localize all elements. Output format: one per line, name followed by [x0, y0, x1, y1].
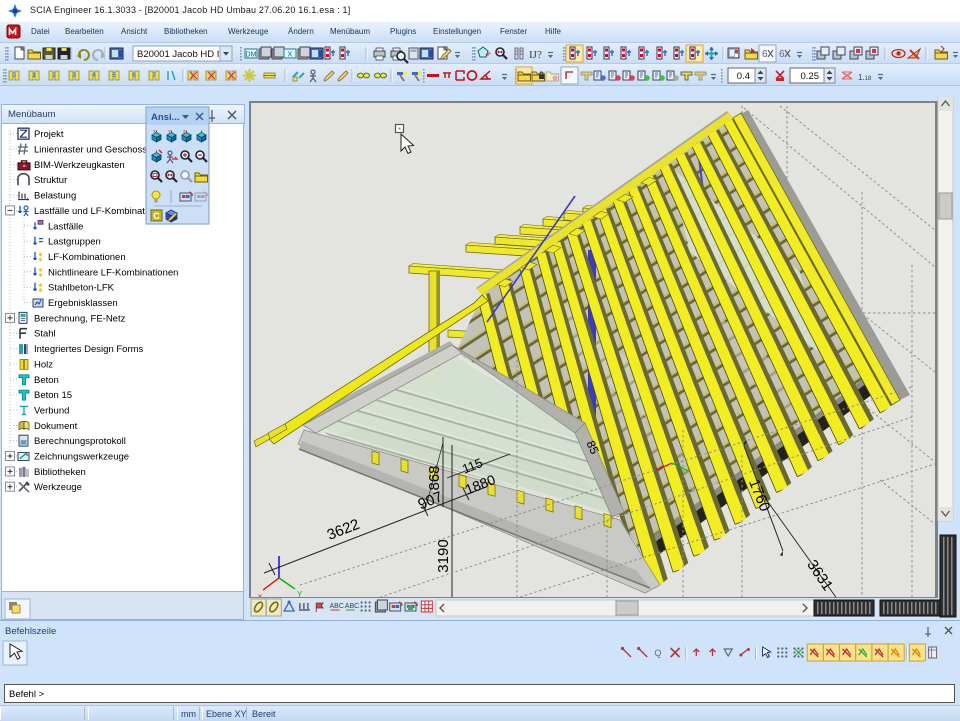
svg-text:Bibliotheken: Bibliotheken [34, 467, 86, 478]
svg-text:C: C [153, 211, 160, 221]
svg-text:IJ?: IJ? [529, 49, 542, 61]
svg-text:X: X [288, 52, 293, 59]
svg-text:B20001 Jacob HD I: B20001 Jacob HD I [137, 49, 219, 60]
svg-text:Ansi...: Ansi... [151, 112, 180, 123]
svg-text:Z: Z [183, 129, 186, 134]
svg-text:Beton: Beton [34, 375, 59, 386]
svg-text:3190: 3190 [435, 539, 452, 572]
svg-text:Struktur: Struktur [34, 175, 67, 186]
svg-text:ABC: ABC [330, 603, 344, 610]
svg-text:Berechnung, FE-Netz: Berechnung, FE-Netz [34, 313, 126, 324]
svg-text:X: X [153, 129, 156, 134]
svg-text:Dokument: Dokument [34, 421, 78, 432]
svg-text:Beton 15: Beton 15 [34, 390, 72, 401]
svg-text:Linienraster und Geschoss: Linienraster und Geschoss [34, 145, 147, 156]
svg-text:Holz: Holz [34, 359, 53, 370]
svg-text:Projekt: Projekt [34, 129, 64, 140]
svg-text:6: 6 [762, 49, 768, 60]
svg-text:Verbund: Verbund [34, 406, 69, 417]
svg-text:Lastfälle: Lastfälle [48, 221, 83, 232]
svg-text:6: 6 [779, 49, 785, 60]
svg-text:0.25: 0.25 [801, 71, 820, 82]
svg-text:Werkzeuge: Werkzeuge [34, 482, 82, 493]
svg-text:Lastgruppen: Lastgruppen [48, 237, 101, 248]
svg-text:Ergebnisklassen: Ergebnisklassen [48, 298, 118, 309]
svg-text:Belastung: Belastung [34, 191, 76, 202]
svg-text:BIM-Werkzeugkasten: BIM-Werkzeugkasten [34, 160, 125, 171]
svg-text:Lastfälle und LF-Kombinat: Lastfälle und LF-Kombinat [34, 206, 145, 217]
svg-text:Nichtlineare LF-Kombinationen: Nichtlineare LF-Kombinationen [48, 267, 178, 278]
svg-text:DM: DM [246, 52, 257, 59]
svg-text:0.4: 0.4 [737, 71, 750, 82]
svg-text:ABC: ABC [345, 603, 359, 610]
svg-text:1.18: 1.18 [858, 73, 872, 82]
svg-text:868: 868 [426, 465, 443, 490]
svg-text:Integriertes Design Forms: Integriertes Design Forms [34, 344, 144, 355]
svg-text:Y: Y [168, 129, 171, 134]
svg-text:Zeichnungswerkzeuge: Zeichnungswerkzeuge [34, 452, 129, 463]
svg-text:Stahlbeton-LFK: Stahlbeton-LFK [48, 283, 115, 294]
svg-text:Q: Q [654, 648, 661, 658]
svg-text:Berechnungsprotokoll: Berechnungsprotokoll [34, 436, 126, 447]
svg-text:Stahl: Stahl [34, 329, 56, 340]
svg-text:LF-Kombinationen: LF-Kombinationen [48, 252, 126, 263]
